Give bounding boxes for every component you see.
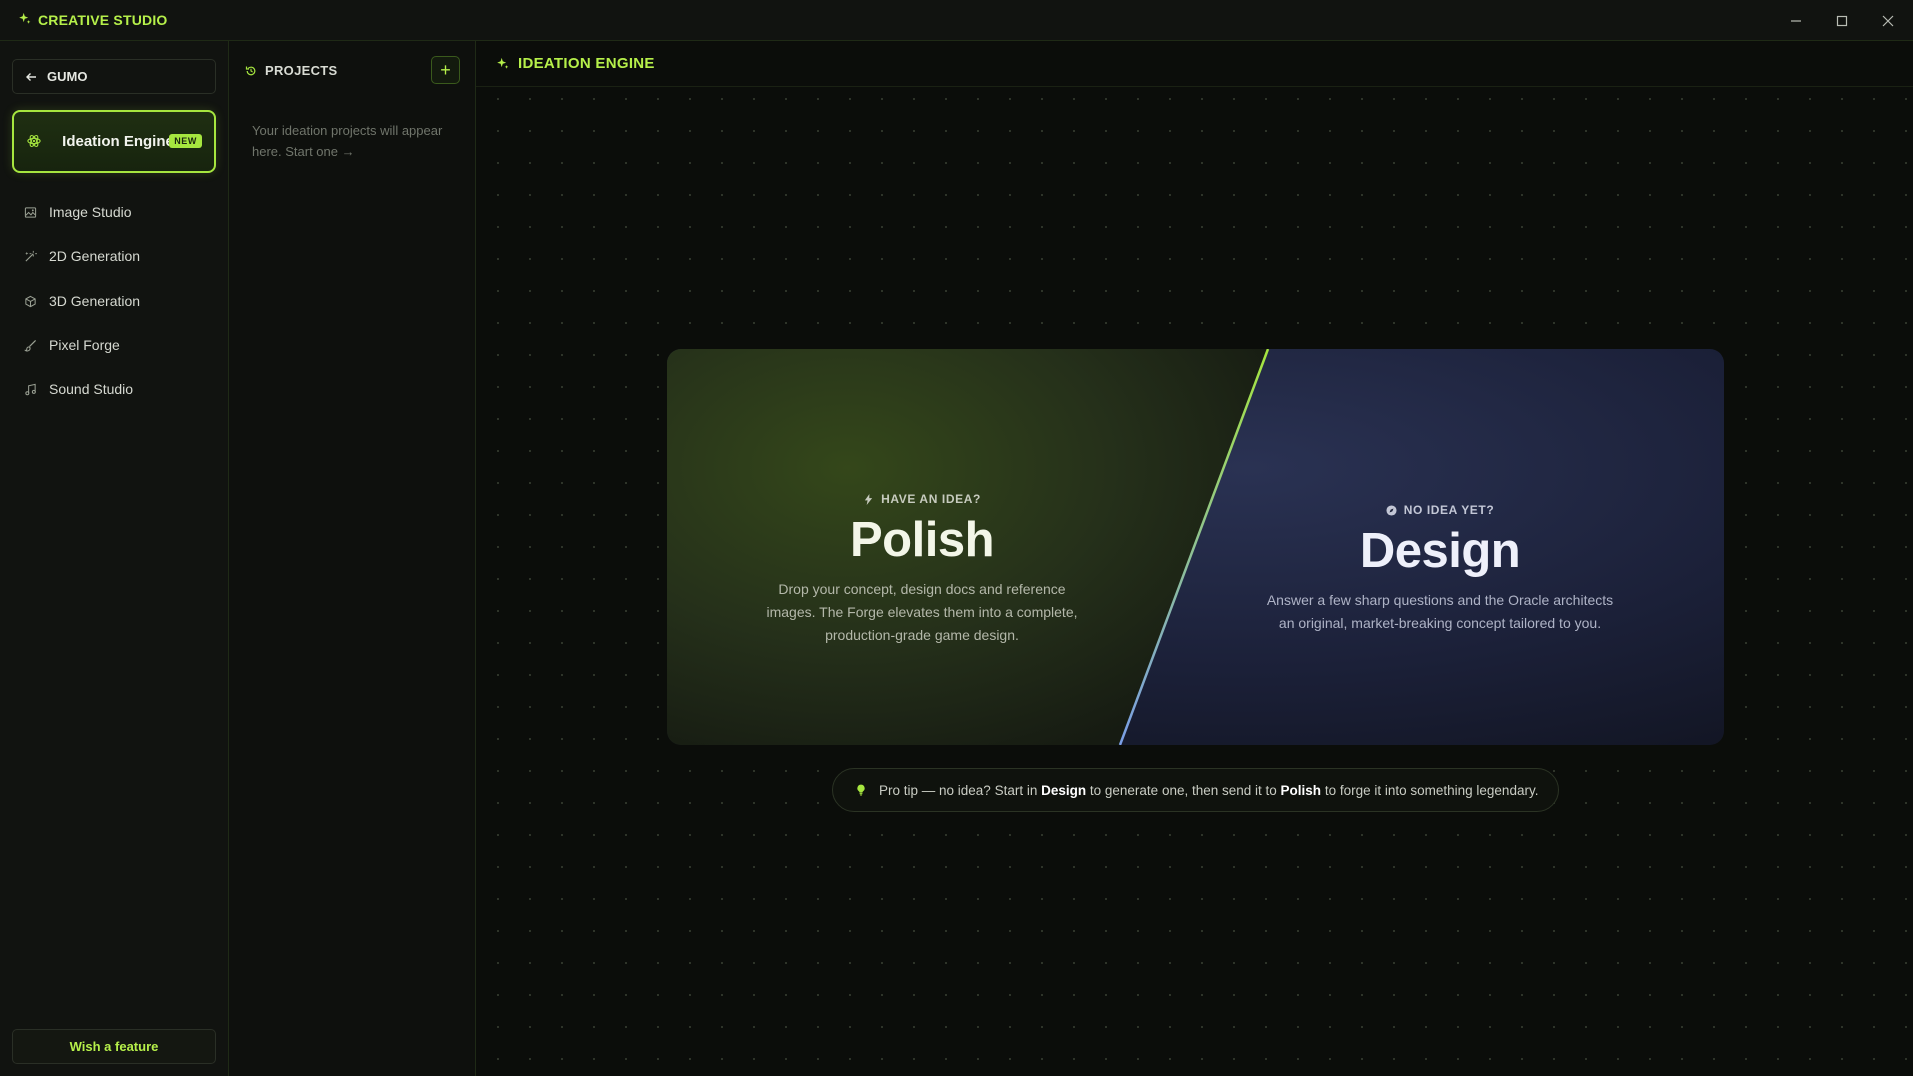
projects-header: PROJECTS xyxy=(245,63,337,78)
sidebar-item-image-studio[interactable]: Image Studio xyxy=(24,202,132,222)
app-title: CREATIVE STUDIO xyxy=(38,12,168,28)
minimize-button[interactable] xyxy=(1773,0,1819,41)
sidebar-item-label: Sound Studio xyxy=(49,381,134,397)
design-description: Answer a few sharp questions and the Ora… xyxy=(1266,592,1614,631)
design-option[interactable]: NO IDEA YET? Design Answer a few sharp q… xyxy=(1262,503,1618,635)
wish-feature-button[interactable]: Wish a feature xyxy=(12,1029,216,1064)
title-bar: CREATIVE STUDIO xyxy=(0,0,1913,41)
design-title: Design xyxy=(1359,524,1521,578)
main-header: IDEATION ENGINE xyxy=(476,41,1913,87)
sidebar-item-label: 2D Generation xyxy=(49,248,141,264)
polish-eyebrow-text: HAVE AN IDEA? xyxy=(881,492,981,506)
main-area: IDEATION ENGINE HAVE AN IDEA? Polish Dro… xyxy=(476,41,1913,1076)
wand-icon xyxy=(25,250,37,262)
app-brand: CREATIVE STUDIO xyxy=(18,12,168,28)
pro-tip-text: Pro tip — no idea? Start in Design to ge… xyxy=(879,782,1539,798)
sidebar-item-label: Image Studio xyxy=(49,204,132,220)
page-title: IDEATION ENGINE xyxy=(518,55,655,72)
new-badge: NEW xyxy=(169,134,202,148)
sidebar-item-3d-generation[interactable]: 3D Generation xyxy=(24,291,140,311)
polish-option[interactable]: HAVE AN IDEA? Polish Drop your concept, … xyxy=(757,492,1087,647)
polish-title: Polish xyxy=(849,513,995,567)
sidebar-item-label: 3D Generation xyxy=(49,293,141,309)
sidebar-item-ideation-engine[interactable]: Ideation Engine NEW xyxy=(12,110,216,173)
sidebar-item-pixel-forge[interactable]: Pixel Forge xyxy=(24,335,120,355)
close-icon xyxy=(1882,15,1894,26)
close-button[interactable] xyxy=(1865,0,1911,41)
pro-tip: Pro tip — no idea? Start in Design to ge… xyxy=(832,768,1559,812)
sidebar: GUMO Ideation Engine NEW Image Studio 2D… xyxy=(0,41,229,1076)
music-icon xyxy=(25,383,36,395)
projects-title: PROJECTS xyxy=(265,63,338,78)
add-project-button[interactable]: + xyxy=(431,56,460,84)
bolt-icon xyxy=(864,493,873,505)
cube-icon xyxy=(25,295,36,307)
sparkle-icon xyxy=(497,57,509,69)
polish-eyebrow: HAVE AN IDEA? xyxy=(757,492,1087,506)
back-button[interactable]: GUMO xyxy=(12,59,216,94)
sidebar-item-label: Ideation Engine xyxy=(62,132,174,150)
sparkle-icon xyxy=(18,12,31,28)
atom-icon xyxy=(27,134,41,148)
brush-icon xyxy=(24,339,37,351)
history-icon xyxy=(245,66,256,75)
projects-empty-state: Your ideation projects will appear here.… xyxy=(252,123,443,159)
sidebar-item-label: Pixel Forge xyxy=(49,337,120,353)
maximize-icon xyxy=(1836,15,1848,26)
compass-icon xyxy=(1386,504,1397,516)
design-eyebrow: NO IDEA YET? xyxy=(1262,503,1618,517)
sidebar-item-sound-studio[interactable]: Sound Studio xyxy=(24,379,133,399)
maximize-button[interactable] xyxy=(1819,0,1865,41)
plus-icon: + xyxy=(440,59,451,80)
polish-description: Drop your concept, design docs and refer… xyxy=(766,581,1078,643)
arrow-left-icon xyxy=(26,72,36,81)
mode-selector-card: HAVE AN IDEA? Polish Drop your concept, … xyxy=(667,349,1724,745)
design-eyebrow-text: NO IDEA YET? xyxy=(1403,503,1495,517)
image-icon xyxy=(24,206,37,218)
lightbulb-icon xyxy=(857,784,865,796)
projects-panel: PROJECTS + Your ideation projects will a… xyxy=(229,41,476,1076)
back-label: GUMO xyxy=(47,69,88,84)
minimize-icon xyxy=(1791,19,1801,22)
sidebar-item-2d-generation[interactable]: 2D Generation xyxy=(24,246,140,266)
